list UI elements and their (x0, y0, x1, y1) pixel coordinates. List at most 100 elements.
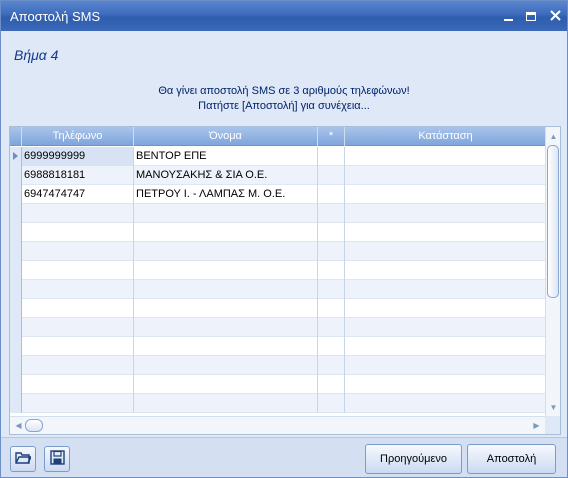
column-header-flag[interactable]: * (318, 127, 345, 146)
scroll-left-icon[interactable]: ◀ (13, 420, 24, 431)
empty-table-row (10, 223, 546, 242)
cell-flag (318, 204, 345, 223)
cell-status (345, 318, 546, 337)
cell-name[interactable]: ΒΕΝΤΟΡ ΕΠΕ (134, 147, 318, 166)
table-row[interactable]: 6988818181 ΜΑΝΟΥΣΑΚΗΣ & ΣΙΑ Ο.Ε. (10, 166, 546, 185)
minimize-icon (503, 11, 513, 21)
grid-body: 6999999999 ΒΕΝΤΟΡ ΕΠΕ 6988818181 ΜΑΝΟΥΣΑΚΗΣ… (10, 147, 546, 417)
scroll-right-icon[interactable]: ▶ (531, 420, 542, 431)
empty-table-row (10, 375, 546, 394)
vertical-scrollbar[interactable]: ▲ ▼ (545, 127, 560, 417)
cell-flag[interactable] (318, 147, 345, 166)
vertical-scroll-thumb[interactable] (547, 145, 559, 298)
scrollbar-corner (545, 416, 560, 434)
horizontal-scroll-thumb[interactable] (25, 419, 43, 432)
empty-table-row (10, 394, 546, 413)
row-indicator (10, 204, 22, 223)
empty-table-row (10, 337, 546, 356)
cell-status (345, 337, 546, 356)
cell-name[interactable]: ΠΕΤΡΟΥ Ι. - ΛΑΜΠΑΣ Μ. Ο.Ε. (134, 185, 318, 204)
title-bar[interactable]: Αποστολή SMS (1, 1, 567, 31)
cell-phone (22, 299, 134, 318)
cell-phone[interactable]: 6988818181 (22, 166, 134, 185)
cell-name (134, 299, 318, 318)
cell-status (345, 261, 546, 280)
window-title: Αποστολή SMS (10, 9, 101, 24)
cell-name (134, 375, 318, 394)
cell-phone (22, 356, 134, 375)
empty-table-row (10, 299, 546, 318)
cell-name (134, 318, 318, 337)
row-indicator (10, 299, 22, 318)
cell-phone (22, 242, 134, 261)
cell-status (345, 280, 546, 299)
row-indicator (10, 223, 22, 242)
cell-status[interactable] (345, 166, 546, 185)
recipients-grid: Τηλέφωνο Όνομα * Κατάσταση 6999999999 ΒΕΝ… (9, 126, 561, 435)
row-indicator (10, 185, 22, 204)
previous-button[interactable]: Προηγούμενο (365, 444, 462, 474)
cell-phone (22, 337, 134, 356)
cell-status (345, 394, 546, 413)
column-header-name[interactable]: Όνομα (134, 127, 318, 146)
scroll-up-icon[interactable]: ▲ (548, 131, 559, 142)
send-button[interactable]: Αποστολή (467, 444, 556, 474)
cell-phone[interactable]: 6999999999 (22, 147, 134, 166)
close-icon (549, 9, 561, 24)
cell-name (134, 337, 318, 356)
column-header-status[interactable]: Κατάσταση (345, 127, 546, 146)
table-row[interactable]: 6999999999 ΒΕΝΤΟΡ ΕΠΕ (10, 147, 546, 166)
empty-table-row (10, 261, 546, 280)
row-indicator (10, 166, 22, 185)
save-button[interactable] (44, 446, 70, 472)
open-button[interactable] (10, 446, 36, 472)
cell-flag (318, 337, 345, 356)
cell-name (134, 356, 318, 375)
cell-name (134, 280, 318, 299)
row-indicator (10, 242, 22, 261)
cell-status (345, 356, 546, 375)
cell-flag (318, 280, 345, 299)
scroll-down-icon[interactable]: ▼ (548, 402, 559, 413)
floppy-disk-icon (49, 450, 65, 468)
cell-flag (318, 223, 345, 242)
step-label: Βήμα 4 (14, 47, 59, 63)
row-indicator (10, 394, 22, 413)
cell-status (345, 299, 546, 318)
cell-name (134, 204, 318, 223)
cell-phone (22, 204, 134, 223)
cell-status (345, 242, 546, 261)
empty-table-row (10, 242, 546, 261)
folder-open-icon (15, 451, 33, 468)
cell-status[interactable] (345, 147, 546, 166)
instruction-message: Πατήστε [Αποστολή] για συνέχεια... (198, 100, 370, 112)
close-button[interactable] (546, 7, 564, 25)
cell-name (134, 242, 318, 261)
cell-name (134, 223, 318, 242)
cell-flag[interactable] (318, 166, 345, 185)
row-indicator (10, 356, 22, 375)
minimize-button[interactable] (499, 7, 517, 25)
row-indicator (10, 337, 22, 356)
confirmation-message: Θα γίνει αποστολή SMS σε 3 αριθμούς τηλε… (158, 85, 410, 97)
cell-flag (318, 299, 345, 318)
maximize-button[interactable] (522, 7, 540, 25)
cell-phone (22, 318, 134, 337)
cell-flag (318, 242, 345, 261)
horizontal-scrollbar[interactable]: ◀ ▶ (10, 416, 546, 434)
cell-phone[interactable]: 6947474747 (22, 185, 134, 204)
sms-dialog-window: Αποστολή SMS Βήμα 4 Θα γίνει αποστολή SM… (0, 0, 568, 478)
cell-status[interactable] (345, 185, 546, 204)
cell-name[interactable]: ΜΑΝΟΥΣΑΚΗΣ & ΣΙΑ Ο.Ε. (134, 166, 318, 185)
column-header-phone[interactable]: Τηλέφωνο (22, 127, 134, 146)
cell-status (345, 223, 546, 242)
table-row[interactable]: 6947474747 ΠΕΤΡΟΥ Ι. - ΛΑΜΠΑΣ Μ. Ο.Ε. (10, 185, 546, 204)
cell-phone (22, 223, 134, 242)
cell-flag (318, 394, 345, 413)
empty-table-row (10, 318, 546, 337)
empty-table-row (10, 204, 546, 223)
cell-flag (318, 261, 345, 280)
cell-phone (22, 375, 134, 394)
cell-flag[interactable] (318, 185, 345, 204)
cell-name (134, 261, 318, 280)
